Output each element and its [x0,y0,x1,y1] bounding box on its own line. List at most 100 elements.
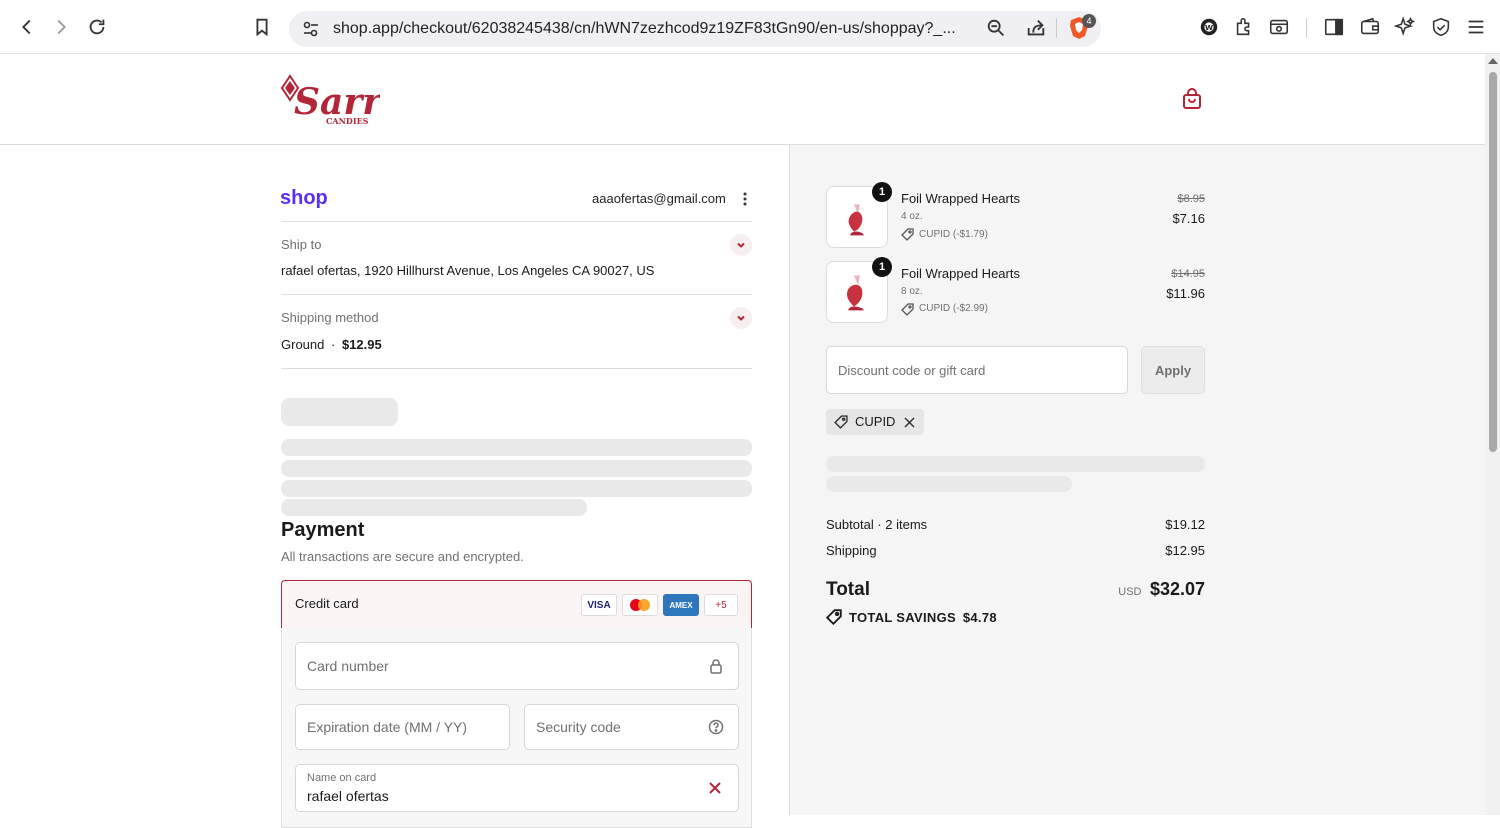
tag-icon [901,228,914,241]
svg-text:W: W [1205,23,1213,32]
browser-toolbar: shop.app/checkout/62038245438/cn/hWN7zez… [0,0,1500,54]
name-on-card-label: Name on card [307,772,377,784]
expiration-date-input[interactable]: Expiration date (MM / YY) [295,704,510,750]
credit-card-form: Card number Expiration date (MM / YY) Se… [281,628,752,828]
store-header: Sarris CANDIES [0,54,1485,145]
shop-pay-logo: shop [280,187,328,209]
wallet-extension-icon[interactable]: W [1196,14,1222,40]
help-icon[interactable] [708,719,724,735]
item-original-price: $14.95 [1171,268,1205,280]
item-price: $7.16 [1172,211,1205,226]
shipping-method-expand-icon[interactable] [730,307,752,329]
card-number-input[interactable]: Card number [295,642,739,690]
shipping-method-label: Shipping method [281,310,379,325]
total-value: $32.07 [1149,579,1205,599]
subtotal-label: Subtotal · 2 items [826,517,928,532]
shipping-method-value: Ground · $12.95 [281,337,382,352]
sarris-logo[interactable]: Sarris CANDIES [280,70,415,130]
shipping-label: Shipping [826,543,877,558]
scroll-up-icon[interactable] [1488,58,1498,64]
total-savings: TOTAL SAVINGS $4.78 [849,610,997,625]
apply-button[interactable]: Apply [1141,346,1205,394]
item-variant: 8 oz. [901,286,923,297]
shipping-value: $12.95 [1165,543,1205,558]
order-summary: 1 Foil Wrapped Hearts 4 oz. CUPID (-$1.7… [789,145,1485,815]
cart-bag-icon[interactable] [1180,87,1204,111]
item-discount: CUPID (-$1.79) [919,229,988,240]
loading-skeleton [281,398,398,426]
more-options-icon[interactable] [740,190,750,208]
amex-icon: AMEX [663,594,699,616]
loading-skeleton [826,476,1072,492]
sidebar-icon[interactable] [1321,14,1347,40]
more-cards-badge: +5 [704,594,738,616]
wallet-icon[interactable] [1357,14,1383,40]
applied-discount-chip: CUPID [826,409,924,435]
vpn-icon[interactable] [1428,14,1454,40]
url-text[interactable]: shop.app/checkout/62038245438/cn/hWN7zez… [333,20,973,38]
credit-card-label: Credit card [295,596,359,611]
applied-code: CUPID [855,414,896,429]
shield-count-badge: 4 [1082,14,1096,28]
back-icon[interactable] [14,14,40,40]
total-savings-label: TOTAL SAVINGS [849,610,956,625]
loading-skeleton [281,499,587,516]
loading-skeleton [826,456,1205,472]
item-name: Foil Wrapped Hearts [901,266,1020,281]
item-discount: CUPID (-$2.99) [919,303,988,314]
security-code-input[interactable]: Security code [524,704,739,750]
total-label: Total [826,579,870,600]
checkout-main: shop aaaofertas@gmail.com Ship to rafael… [0,145,789,828]
shipping-method-name: Ground [281,337,325,352]
quantity-badge: 1 [872,182,892,202]
bookmark-icon[interactable] [249,14,275,40]
scrollbar-thumb[interactable] [1489,72,1497,452]
savings-tag-icon [826,609,842,625]
site-settings-icon[interactable] [301,19,321,39]
loading-skeleton [281,439,752,456]
item-variant: 4 oz. [901,211,923,222]
quantity-badge: 1 [872,257,892,277]
ship-to-address: rafael ofertas, 1920 Hillhurst Avenue, L… [281,263,655,278]
subtotal-value: $19.12 [1165,517,1205,532]
remove-discount-icon[interactable] [904,417,915,428]
leo-ai-icon[interactable] [1392,14,1418,40]
name-on-card-input[interactable]: Name on card rafael ofertas [295,764,739,812]
item-price: $11.96 [1166,286,1205,301]
loading-skeleton [281,460,752,477]
item-original-price: $8.95 [1177,193,1205,205]
name-on-card-value: rafael ofertas [307,788,389,804]
ship-to-label: Ship to [281,237,322,252]
share-icon[interactable] [1023,15,1049,41]
lock-icon [710,659,722,674]
clear-icon[interactable] [708,781,722,795]
card-number-placeholder: Card number [307,658,389,674]
total-savings-value: $4.78 [962,610,997,625]
visa-icon: VISA [581,594,617,616]
svg-text:CANDIES: CANDIES [326,116,369,126]
forward-icon[interactable] [48,14,74,40]
loading-skeleton [281,480,752,497]
discount-code-input[interactable]: Discount code or gift card [826,346,1128,394]
payment-subtitle: All transactions are secure and encrypte… [281,549,524,564]
total-amount: USD $32.07 [1050,579,1205,600]
security-code-placeholder: Security code [536,719,621,735]
zoom-icon[interactable] [983,15,1009,41]
credit-card-option[interactable]: Credit card VISA AMEX +5 [281,580,752,629]
payment-title: Payment [281,519,365,541]
tab-search-icon[interactable] [1266,14,1292,40]
tag-icon [834,415,848,429]
shipping-method-separator: · [331,337,336,352]
mastercard-icon [622,594,658,616]
discount-code-placeholder: Discount code or gift card [838,363,986,378]
tag-icon [901,303,914,316]
expiration-date-placeholder: Expiration date (MM / YY) [307,719,468,735]
account-email: aaaofertas@gmail.com [592,191,726,206]
ship-to-expand-icon[interactable] [730,234,752,256]
reload-icon[interactable] [84,14,110,40]
extensions-icon[interactable] [1231,14,1257,40]
address-bar[interactable]: shop.app/checkout/62038245438/cn/hWN7zez… [289,11,1101,47]
menu-icon[interactable] [1463,14,1489,40]
currency-code: USD [1118,586,1142,598]
shipping-method-price: $12.95 [341,337,382,352]
